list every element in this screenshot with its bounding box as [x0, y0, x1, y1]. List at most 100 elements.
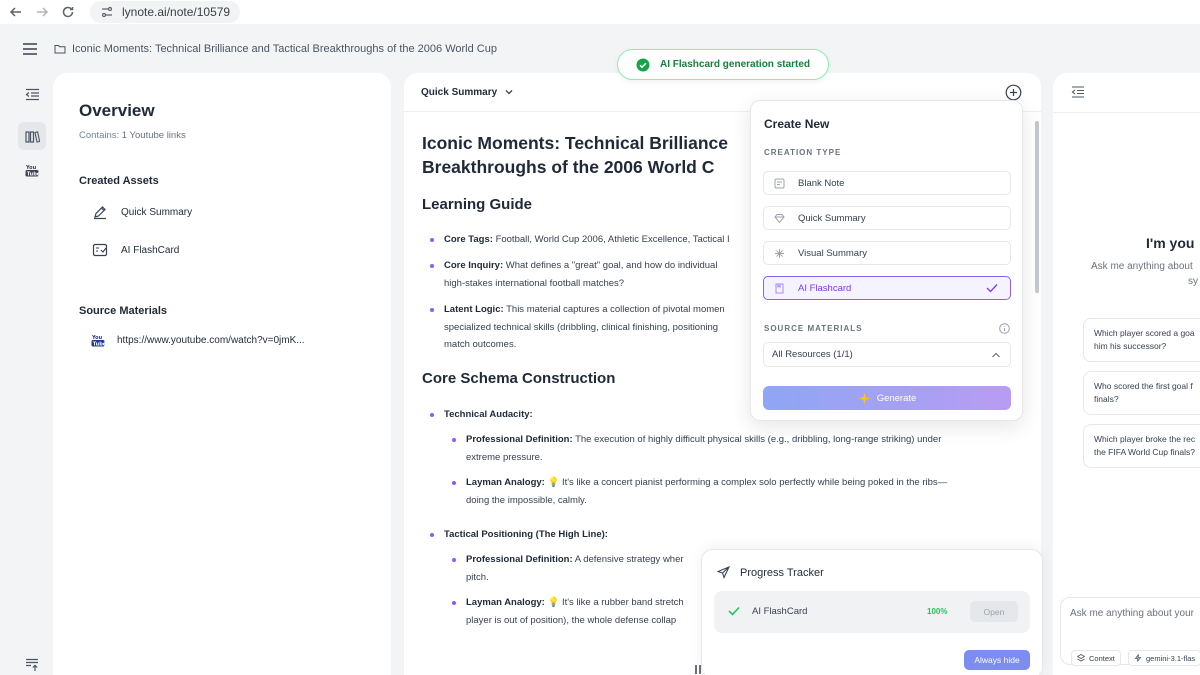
tech-professional-definition: Professional Definition: The execution o…: [422, 431, 1022, 466]
progress-percent: 100%: [927, 607, 948, 616]
check-icon: [728, 606, 740, 616]
reload-icon[interactable]: [60, 4, 76, 20]
document-title-line-2: Breakthroughs of the 2006 World C: [422, 157, 715, 177]
chat-greeting: I'm you: [1146, 235, 1195, 251]
layman-analogy-label: Layman Analogy:: [466, 597, 545, 608]
check-icon: [986, 284, 998, 293]
chat-subtitle-1: Ask me anything about: [1091, 261, 1193, 272]
generation-toast: AI Flashcard generation started: [617, 49, 829, 80]
option-quick-summary[interactable]: Quick Summary: [763, 206, 1011, 230]
library-button[interactable]: [18, 122, 46, 150]
learning-guide-heading: Learning Guide: [422, 196, 533, 213]
tech-layman-analogy: Layman Analogy: 💡 It's like a concert pi…: [422, 474, 1022, 509]
asset-quick-summary[interactable]: Quick Summary: [79, 204, 391, 220]
suggestion-line-2: finals?: [1094, 394, 1119, 404]
model-chip-label: gemini-3.1-flas: [1146, 653, 1196, 663]
asset-label: Quick Summary: [121, 206, 193, 218]
chat-divider: [1053, 112, 1200, 113]
suggestion-card[interactable]: Who scored the first goal f finals?: [1083, 371, 1200, 415]
site-settings-icon[interactable]: [100, 5, 114, 19]
menu-icon[interactable]: [22, 42, 38, 56]
professional-definition-label: Professional Definition:: [466, 434, 573, 445]
suggestion-card[interactable]: Which player scored a goa him his succes…: [1083, 318, 1200, 362]
open-button[interactable]: Open: [970, 601, 1018, 622]
technical-audacity-label: Technical Audacity:: [444, 409, 533, 420]
folder-icon: [54, 45, 66, 54]
generate-button[interactable]: Generate: [763, 386, 1011, 410]
progress-tracker-header: Progress Tracker: [717, 566, 824, 579]
toast-text: AI Flashcard generation started: [660, 59, 811, 70]
address-bar[interactable]: lynote.ai/note/10579: [90, 1, 241, 23]
create-new-popover: Create New CREATION TYPE Blank Note Quic…: [750, 100, 1023, 421]
export-button[interactable]: [18, 651, 46, 675]
option-label: Visual Summary: [798, 247, 867, 259]
sparkle-icon: [775, 248, 784, 258]
source-url: https://www.youtube.com/watch?v=0jmK...: [117, 334, 305, 346]
core-inquiry-item: Core Inquiry: What defines a "great" goa…: [422, 257, 762, 292]
core-tags-item: Core Tags: Football, World Cup 2006, Ath…: [422, 231, 762, 249]
tactical-positioning-item: Tactical Positioning (The High Line):: [422, 526, 608, 544]
context-chip[interactable]: Context: [1071, 650, 1121, 666]
chevron-down-icon: [505, 90, 513, 95]
option-blank-note[interactable]: Blank Note: [763, 171, 1011, 195]
option-visual-summary[interactable]: Visual Summary: [763, 241, 1011, 265]
model-chip[interactable]: gemini-3.1-flas: [1128, 650, 1200, 666]
option-label: Blank Note: [798, 177, 845, 189]
suggestion-line-1: Who scored the first goal f: [1094, 381, 1193, 391]
svg-text:Tube: Tube: [93, 341, 105, 347]
suggestion-line-2: him his successor?: [1094, 341, 1167, 351]
tact-prof-def-text-2: pitch.: [466, 571, 489, 583]
technical-audacity-item: Technical Audacity:: [422, 406, 533, 424]
suggestion-line-2: the FIFA World Cup finals?: [1094, 447, 1195, 457]
asset-ai-flashcard[interactable]: AI FlashCard: [79, 242, 391, 258]
resources-value: All Resources (1/1): [772, 349, 853, 360]
tact-layman-text-1: It's like a rubber band stretch: [561, 597, 684, 608]
lightning-icon: [1134, 654, 1142, 662]
always-hide-button[interactable]: Always hide: [964, 650, 1030, 670]
tech-prof-def-text-1: The execution of highly difficult physic…: [575, 434, 942, 445]
content-scrollbar[interactable]: [1035, 121, 1039, 293]
library-icon: [24, 130, 40, 143]
progress-tracker-title: Progress Tracker: [740, 566, 824, 579]
option-ai-flashcard[interactable]: AI Flashcard: [763, 276, 1011, 300]
chat-panel: I'm you Ask me anything about sy Which p…: [1053, 73, 1200, 675]
suggestion-card[interactable]: Which player broke the rec the FIFA Worl…: [1083, 424, 1200, 468]
collapse-sidebar-icon: [25, 88, 39, 100]
paper-plane-icon: [717, 566, 730, 579]
tact-layman-text-2: player is out of position), the whole de…: [466, 614, 677, 626]
chat-input-placeholder: Ask me anything about your: [1070, 608, 1194, 619]
back-arrow-icon[interactable]: [8, 4, 24, 20]
forward-arrow-icon[interactable]: [34, 4, 50, 20]
layman-analogy-label: Layman Analogy:: [466, 477, 545, 488]
source-materials-title: Source Materials: [79, 305, 168, 317]
tactical-positioning-label: Tactical Positioning (The High Line):: [444, 529, 608, 540]
panel-toggle-icon[interactable]: [694, 664, 702, 675]
chat-input[interactable]: Ask me anything about your Context gemin…: [1060, 597, 1200, 666]
youtube-button[interactable]: You Tube: [18, 156, 46, 184]
tech-layman-text-2: doing the impossible, calmly.: [466, 494, 587, 506]
tact-layman-analogy: Layman Analogy: 💡 It's like a rubber ban…: [422, 594, 712, 629]
tact-professional-definition: Professional Definition: A defensive str…: [422, 551, 712, 586]
chat-subtitle-2: sy: [1188, 276, 1198, 287]
resources-select[interactable]: All Resources (1/1): [763, 342, 1011, 367]
source-link[interactable]: You Tube https://www.youtube.com/watch?v=…: [79, 333, 391, 348]
collapse-sidebar-button[interactable]: [18, 80, 46, 108]
latent-logic-text-3: match outcomes.: [444, 339, 517, 350]
tact-prof-def-text-1: A defensive strategy wher: [574, 554, 684, 565]
lightbulb-icon: 💡: [547, 477, 560, 488]
left-rail: You Tube: [14, 76, 50, 675]
option-label: Quick Summary: [798, 212, 866, 224]
youtube-icon: YouTube: [91, 335, 105, 347]
progress-item: AI FlashCard 100% Open: [714, 591, 1030, 633]
view-selector[interactable]: Quick Summary: [421, 87, 514, 98]
lightbulb-icon: 💡: [547, 597, 560, 608]
generate-label: Generate: [876, 392, 917, 404]
info-icon[interactable]: [999, 323, 1010, 334]
view-selector-label: Quick Summary: [421, 86, 498, 98]
add-circle-icon[interactable]: [1005, 84, 1022, 101]
option-label: AI Flashcard: [798, 282, 852, 294]
latent-logic-item: Latent Logic: This material captures a c…: [422, 301, 762, 354]
progress-tracker: Progress Tracker AI FlashCard 100% Open …: [701, 549, 1043, 675]
core-inquiry-text-1: What defines a "great" goal, and how do …: [505, 260, 718, 271]
collapse-chat-icon[interactable]: [1071, 85, 1085, 99]
